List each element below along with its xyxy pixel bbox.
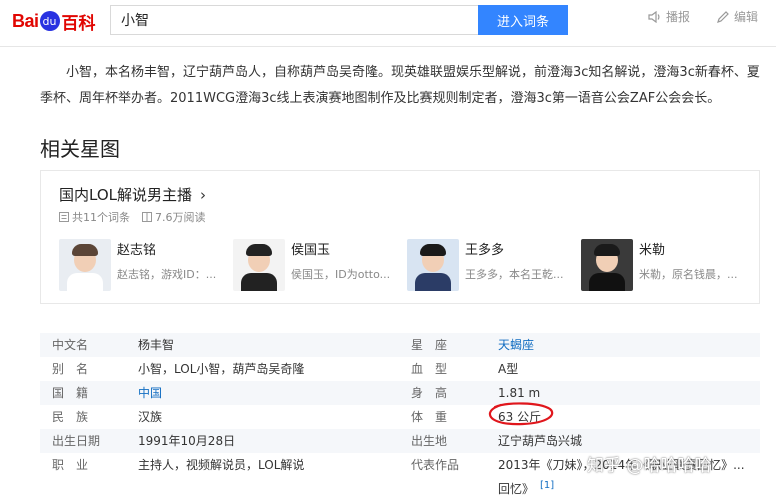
person-desc: 赵志铭，游戏ID：... — [117, 268, 217, 281]
person-item[interactable]: 米勒米勒，原名钱晨，... — [581, 239, 755, 293]
info-value-line2: 回忆》 — [498, 482, 535, 496]
person-name: 王多多 — [465, 243, 505, 258]
person-desc: 侯国玉，ID为otto... — [291, 268, 391, 281]
info-value: 1.81 m — [498, 386, 541, 400]
info-key: 代表作品 — [411, 458, 460, 472]
info-value: 1991年10月28日 — [138, 434, 236, 448]
info-key: 身 高 — [411, 386, 448, 400]
section-title: 相关星图 — [40, 137, 120, 161]
baidu-baike-logo[interactable]: Bai du 百科 — [12, 8, 96, 34]
info-value: 63 公斤 — [498, 410, 542, 424]
avatar — [407, 239, 459, 291]
avatar — [233, 239, 285, 291]
info-key: 中文名 — [52, 338, 89, 352]
person-name: 赵志铭 — [117, 243, 157, 258]
avatar — [581, 239, 633, 291]
reference-link[interactable]: [1] — [540, 480, 554, 491]
info-key: 出生日期 — [52, 434, 101, 448]
card-title-link[interactable]: 国内LOL解说男主播 › — [59, 184, 206, 205]
info-value: 小智，LOL小智，葫芦岛吴奇隆 — [138, 362, 305, 376]
edit-label: 编辑 — [734, 10, 759, 24]
info-key: 职 业 — [52, 458, 89, 472]
person-name: 侯国玉 — [291, 243, 331, 258]
info-value: A型 — [498, 362, 519, 376]
person-item[interactable]: 赵志铭赵志铭，游戏ID：... — [59, 239, 233, 293]
speaker-icon — [648, 10, 660, 23]
info-row: 中文名 杨丰智 星 座 天蝎座 — [40, 333, 760, 357]
top-header: Bai du 百科 进入词条 播报 编辑 — [0, 0, 776, 47]
card-title: 国内LOL解说男主播 — [59, 186, 192, 204]
entry-count: 共11个词条 — [59, 209, 130, 225]
person-name: 米勒 — [639, 243, 666, 258]
star-map-card: 国内LOL解说男主播 › 共11个词条 7.6万阅读 赵志铭赵志铭，游戏ID：.… — [40, 170, 760, 304]
chevron-right-icon: › — [200, 185, 206, 204]
persons-list: 赵志铭 赵志铭，游戏ID：... 侯国玉 侯国玉，ID为otto... 王多多 王多多… — [59, 239, 755, 293]
logo-baike-text: 百科 — [61, 13, 96, 34]
search-input[interactable] — [111, 6, 478, 34]
intro-paragraph: 小智，本名杨丰智，辽宁葫芦岛人，自称葫芦岛吴奇隆。现英雄联盟娱乐型解说，前澄海3… — [40, 65, 760, 106]
person-item[interactable]: 侯国玉侯国玉，ID为otto... — [233, 239, 407, 293]
info-key: 别 名 — [52, 362, 89, 376]
book-icon — [142, 212, 152, 222]
info-value: 杨丰智 — [138, 338, 175, 352]
card-meta: 共11个词条 7.6万阅读 — [59, 209, 206, 225]
info-key: 出生地 — [411, 434, 448, 448]
info-key: 血 型 — [411, 362, 448, 376]
logo-text: Bai — [12, 10, 39, 31]
broadcast-button[interactable]: 播报 — [648, 8, 690, 25]
info-row: 民 族 汉族 体 重 63 公斤 — [40, 405, 760, 429]
info-row: 出生日期 1991年10月28日 出生地 辽宁葫芦岛兴城 — [40, 429, 760, 453]
info-value: 主持人，视频解说员，LOL解说 — [138, 458, 305, 472]
edit-button[interactable]: 编辑 — [716, 8, 758, 25]
enter-entry-button[interactable]: 进入词条 — [478, 5, 568, 35]
info-value: 汉族 — [138, 410, 163, 424]
info-key: 体 重 — [411, 410, 448, 424]
zhihu-watermark: 知乎 @哈哈哈哈 — [587, 456, 712, 476]
read-count-text: 7.6万阅读 — [155, 211, 206, 224]
constellation-link[interactable]: 天蝎座 — [498, 333, 534, 357]
broadcast-label: 播报 — [666, 10, 691, 24]
entry-count-text: 共11个词条 — [72, 211, 130, 224]
pencil-icon — [717, 10, 729, 23]
paw-icon: du — [39, 11, 60, 31]
person-desc: 米勒，原名钱晨，... — [639, 268, 738, 281]
info-key: 星 座 — [411, 338, 448, 352]
info-row: 国 籍 中国 身 高 1.81 m — [40, 381, 760, 405]
avatar — [59, 239, 111, 291]
info-key: 民 族 — [52, 410, 89, 424]
read-count: 7.6万阅读 — [142, 209, 206, 225]
search-box[interactable] — [110, 5, 478, 35]
info-value-continued: 回忆》 [1] — [498, 474, 554, 501]
list-icon — [59, 212, 69, 222]
person-item[interactable]: 王多多王多多，本名王乾... — [407, 239, 581, 293]
nationality-link[interactable]: 中国 — [138, 381, 162, 405]
info-value: 辽宁葫芦岛兴城 — [498, 434, 583, 448]
person-desc: 王多多，本名王乾... — [465, 268, 564, 281]
info-key: 国 籍 — [52, 386, 89, 400]
info-row: 别 名 小智，LOL小智，葫芦岛吴奇隆 血 型 A型 — [40, 357, 760, 381]
